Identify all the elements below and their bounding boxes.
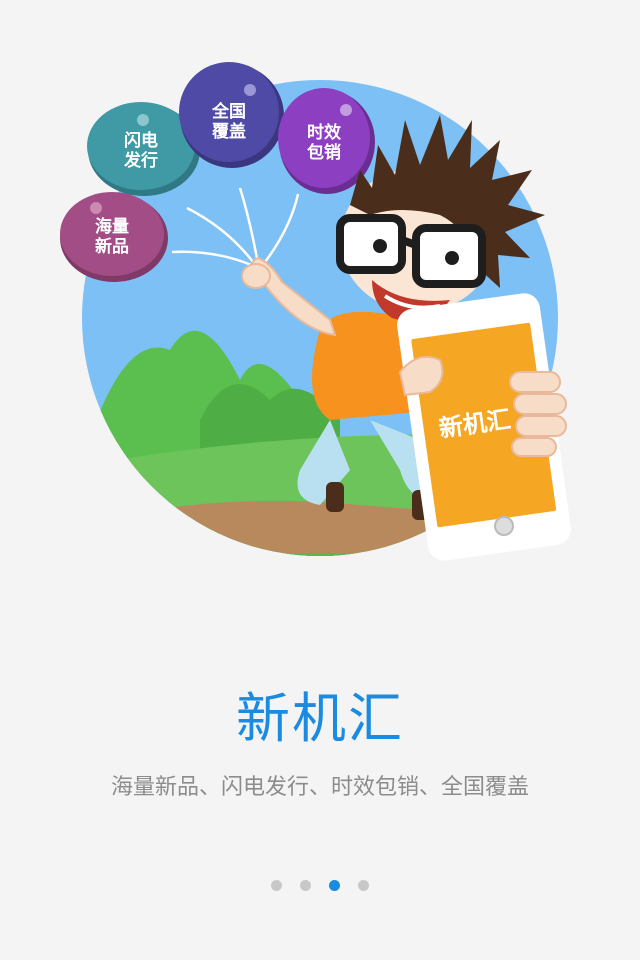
balloon-text: 包销 xyxy=(307,142,341,163)
balloon-text: 时效 xyxy=(307,122,341,143)
app-title: 新机汇 xyxy=(236,687,404,750)
balloon-text: 发行 xyxy=(123,150,158,171)
app-tagline: 海量新品、闪电发行、时效包销、全国覆盖 xyxy=(110,775,529,800)
ground-front xyxy=(82,553,558,556)
mascot-hand xyxy=(241,263,271,289)
page-indicator[interactable] xyxy=(0,878,640,892)
page-dot-active[interactable] xyxy=(329,879,340,891)
page-dot[interactable] xyxy=(271,879,282,891)
page-dot[interactable] xyxy=(300,879,311,891)
balloon-quanguo-fugai: 全国 覆盖 xyxy=(179,62,284,168)
page-dot[interactable] xyxy=(358,879,369,891)
mascot-eye-right xyxy=(445,251,459,265)
onboarding-screen: 海量 新品 闪电 发行 全国 覆盖 时效 包销 新机汇 新机汇 海量新品、闪电发… xyxy=(0,0,640,960)
balloon-text: 海量 xyxy=(95,216,129,237)
balloon-text: 新品 xyxy=(95,236,129,257)
mascot-illustration: 海量 新品 闪电 发行 全国 覆盖 时效 包销 新机汇 xyxy=(60,62,571,561)
balloon-text: 覆盖 xyxy=(212,121,246,142)
balloon-text: 全国 xyxy=(211,101,246,122)
mascot-eye-left xyxy=(373,239,387,253)
balloon-text: 闪电 xyxy=(124,130,158,151)
